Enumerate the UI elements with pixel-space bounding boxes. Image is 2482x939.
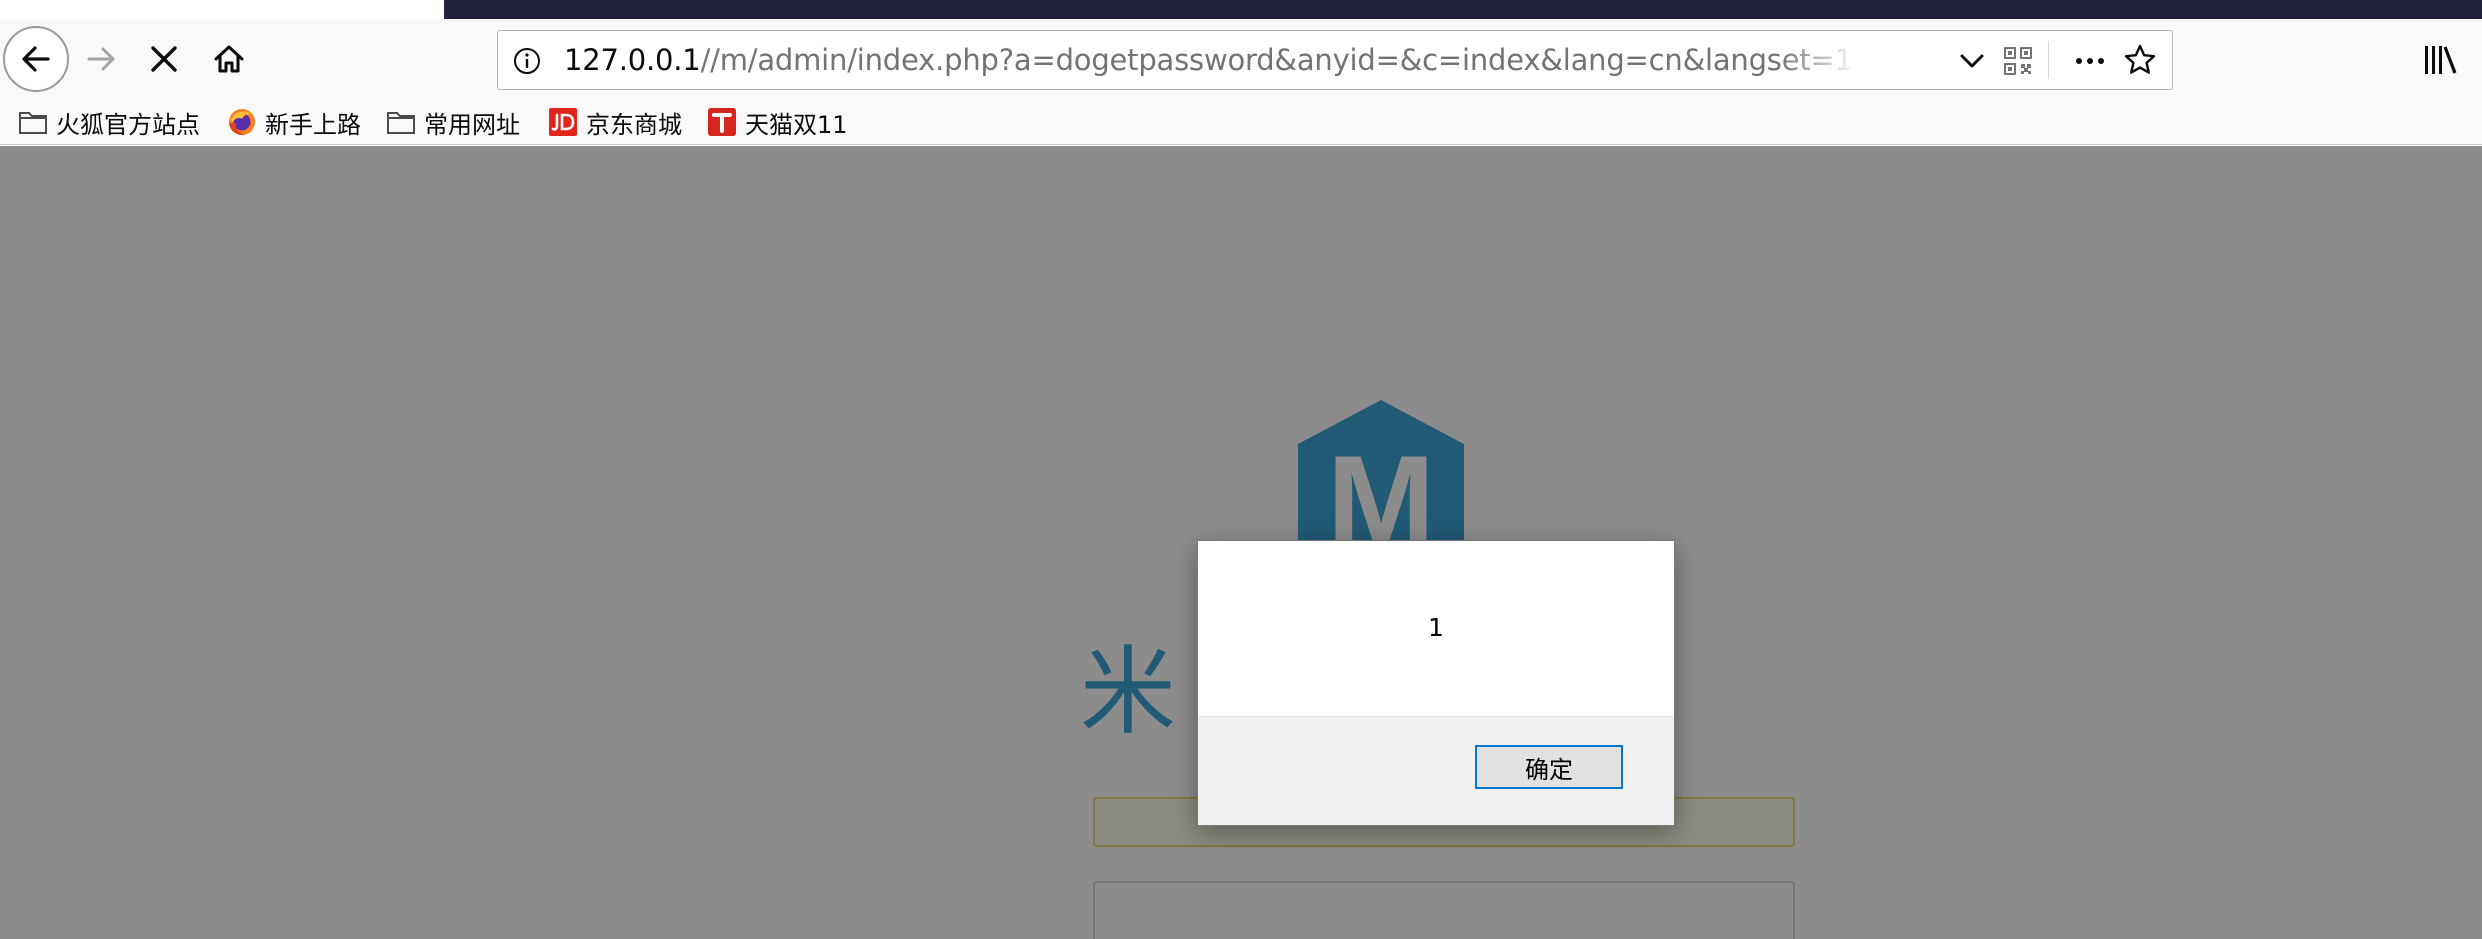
url-text[interactable]: 127.0.0.1//m/admin/index.php?a=dogetpass… [564,31,1854,89]
stop-button[interactable] [141,36,187,82]
bookmark-firefox-official[interactable]: 火狐官方站点 [18,104,200,140]
chevron-down-icon[interactable] [1956,46,1988,76]
bookmark-star-icon[interactable] [2123,43,2157,77]
bookmark-label: 京东商城 [586,110,682,139]
bookmark-label: 天猫双11 [745,110,848,139]
bookmark-jd[interactable]: 京东商城 [548,104,682,140]
back-button[interactable] [3,26,69,92]
folder-icon [19,112,47,134]
arrow-left-icon [22,46,50,72]
bookmark-getting-started[interactable]: 新手上路 [227,104,361,140]
arrow-right-icon [87,47,115,71]
forward-button[interactable] [78,36,124,82]
url-path: //m/admin/index.php?a=dogetpassword&anyi… [700,43,1854,77]
jd-icon [549,108,577,136]
bookmark-common-sites[interactable]: 常用网址 [386,104,520,140]
bookmark-tmall[interactable]: 天猫双11 [707,104,848,140]
alert-dialog: 1 确定 [1197,540,1675,826]
folder-icon [387,112,415,134]
bookmarks-toolbar [0,100,2482,145]
more-actions-icon[interactable] [2072,46,2108,76]
url-fade [1778,33,1858,87]
library-icon[interactable] [2422,42,2458,78]
url-host: 127.0.0.1 [564,43,701,77]
bookmark-label: 火狐官方站点 [56,110,200,139]
alert-body: 1 [1198,541,1674,717]
close-icon [151,46,177,72]
home-button[interactable] [206,36,252,82]
url-bar-separator [2048,41,2049,79]
home-icon [214,45,244,73]
url-bar[interactable]: 127.0.0.1//m/admin/index.php?a=dogetpass… [497,30,2173,90]
tmall-icon [708,108,736,136]
qr-code-icon[interactable] [2002,45,2034,77]
alert-message: 1 [1428,613,1444,642]
ok-button[interactable]: 确定 [1475,745,1623,789]
firefox-icon [229,109,255,136]
bookmark-label: 常用网址 [424,110,520,139]
bookmark-label: 新手上路 [265,110,361,139]
info-icon[interactable] [512,46,542,76]
window-top-strip [444,0,2482,19]
